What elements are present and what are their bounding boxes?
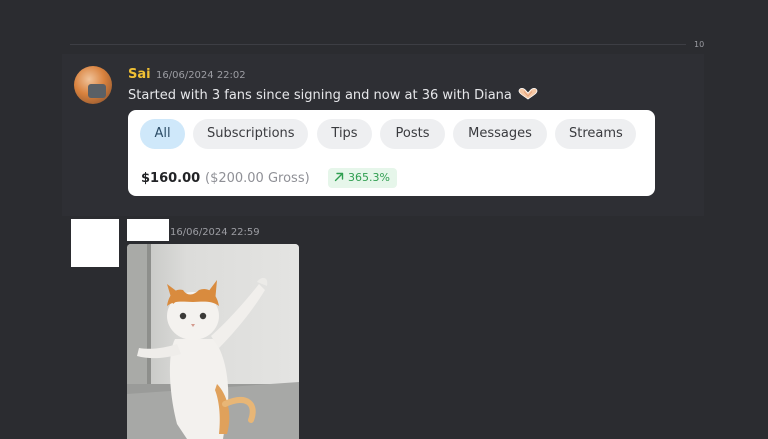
net-amount: $160.00 [141, 171, 201, 186]
tab-subscriptions[interactable]: Subscriptions [193, 119, 308, 149]
tab-tips[interactable]: Tips [317, 119, 372, 149]
dancing-cat-image[interactable] [127, 244, 299, 439]
date-divider [70, 44, 686, 45]
tab-posts[interactable]: Posts [380, 119, 445, 149]
author-redacted[interactable] [127, 219, 169, 241]
growth-badge: 365.3% [328, 168, 397, 188]
message-text-content: Started with 3 fans since signing and no… [128, 88, 512, 103]
tab-streams[interactable]: Streams [555, 119, 636, 149]
message-author[interactable]: Sai [128, 67, 151, 82]
avatar-redacted[interactable] [71, 219, 119, 267]
divider-label: 10 [694, 40, 705, 49]
message-timestamp: 16/06/2024 22:02 [156, 70, 246, 81]
earnings-card: All Subscriptions Tips Posts Messages St… [128, 110, 655, 196]
tab-messages[interactable]: Messages [453, 119, 547, 149]
tab-all[interactable]: All [140, 119, 185, 149]
growth-value: 365.3% [348, 171, 390, 184]
gross-amount: ($200.00 Gross) [205, 171, 310, 186]
avatar[interactable] [74, 66, 112, 104]
heart-hands-icon [518, 87, 538, 100]
message-text: Started with 3 fans since signing and no… [128, 87, 538, 103]
message-timestamp-2: 16/06/2024 22:59 [170, 227, 260, 238]
arrow-up-right-icon [334, 169, 344, 182]
